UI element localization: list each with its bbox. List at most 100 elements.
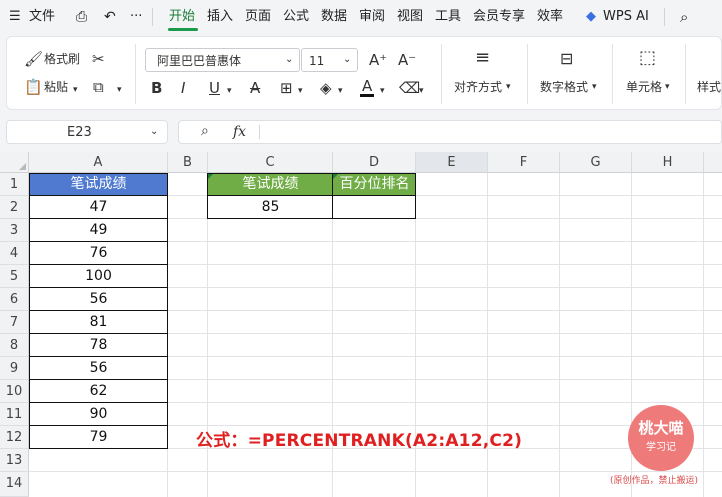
hamburger-icon[interactable]: ☰ xyxy=(9,9,21,25)
cell-a4[interactable]: 76 xyxy=(29,242,168,265)
strikethrough-icon[interactable]: A xyxy=(250,80,260,96)
column-header-e[interactable]: E xyxy=(416,152,488,173)
row-header[interactable]: 10 xyxy=(0,380,29,403)
row-header[interactable]: 12 xyxy=(0,426,29,449)
tab-efficiency[interactable]: 效率 xyxy=(537,9,563,25)
tab-data[interactable]: 数据 xyxy=(321,9,347,25)
tab-page[interactable]: 页面 xyxy=(245,9,271,25)
align-icon[interactable]: ≡ xyxy=(475,49,490,67)
chevron-down-icon[interactable]: ▾ xyxy=(338,83,343,99)
chevron-down-icon[interactable]: ▾ xyxy=(665,80,670,94)
fill-color-icon[interactable]: ◈ xyxy=(320,80,332,96)
row-header[interactable]: 5 xyxy=(0,265,29,288)
tab-member[interactable]: 会员专享 xyxy=(473,9,525,25)
column-header-a[interactable]: A xyxy=(29,152,168,173)
chevron-down-icon[interactable]: ▾ xyxy=(73,82,78,98)
row-header[interactable]: 9 xyxy=(0,357,29,380)
row-header[interactable]: 13 xyxy=(0,449,29,472)
tab-insert[interactable]: 插入 xyxy=(207,9,233,25)
tab-review[interactable]: 审阅 xyxy=(359,9,385,25)
column-header-h[interactable]: H xyxy=(632,152,704,173)
underline-icon[interactable]: U xyxy=(209,80,220,96)
select-all-corner[interactable] xyxy=(0,152,29,173)
cell-a7[interactable]: 81 xyxy=(29,311,168,334)
cell-d2[interactable] xyxy=(333,196,416,219)
chevron-down-icon[interactable]: ▾ xyxy=(592,80,597,94)
row-header[interactable]: 1 xyxy=(0,173,29,196)
chevron-down-icon[interactable]: ▾ xyxy=(419,83,424,99)
paste-button[interactable]: 粘贴 xyxy=(44,80,68,94)
column-header-c[interactable]: C xyxy=(208,152,333,173)
row-header[interactable]: 8 xyxy=(0,334,29,357)
cell-c1[interactable]: 笔试成绩 xyxy=(208,173,333,196)
cells-button[interactable]: 单元格 xyxy=(626,80,662,94)
cell-a3[interactable]: 49 xyxy=(29,219,168,242)
formula-input[interactable]: ⌕ fx xyxy=(178,120,722,144)
cell-a12[interactable]: 79 xyxy=(29,426,168,449)
styles-button[interactable]: 样式 xyxy=(697,80,721,94)
cell-a5[interactable]: 100 xyxy=(29,265,168,288)
column-header-d[interactable]: D xyxy=(333,152,416,173)
cell-icon[interactable]: ⬚ xyxy=(639,49,656,67)
decrease-font-icon[interactable]: A⁻ xyxy=(398,52,416,68)
align-button[interactable]: 对齐方式 xyxy=(454,80,502,94)
search-icon[interactable]: ⌕ xyxy=(680,9,688,25)
chevron-down-icon[interactable]: ▾ xyxy=(298,83,303,99)
ribbon xyxy=(0,34,722,112)
tab-home[interactable]: 开始 xyxy=(169,9,195,25)
cell-c2[interactable]: 85 xyxy=(208,196,333,219)
border-icon[interactable]: ⊞ xyxy=(280,80,293,96)
italic-icon[interactable]: I xyxy=(181,80,185,96)
format-painter-button[interactable]: 格式刷 xyxy=(44,52,80,66)
row-header[interactable]: 7 xyxy=(0,311,29,334)
save-icon[interactable]: ⎙ xyxy=(76,9,87,25)
row-header[interactable]: 2 xyxy=(0,196,29,219)
cell-a6[interactable]: 56 xyxy=(29,288,168,311)
column-header-f[interactable]: F xyxy=(488,152,560,173)
cell-a9[interactable]: 56 xyxy=(29,357,168,380)
active-tab-indicator xyxy=(168,28,198,31)
cut-icon[interactable]: ✂ xyxy=(92,51,105,67)
cell-d1[interactable]: 百分位排名 xyxy=(333,173,416,196)
row-header[interactable]: 3 xyxy=(0,219,29,242)
wps-ai-button[interactable]: WPS AI xyxy=(603,9,649,25)
column-header-partial[interactable] xyxy=(704,152,722,173)
cell-a1[interactable]: 笔试成绩 xyxy=(29,173,168,196)
chevron-down-icon[interactable]: ▾ xyxy=(380,83,385,99)
font-size-select[interactable]: 11 ⌄ xyxy=(301,48,358,72)
number-format-icon[interactable]: ⊟ xyxy=(560,51,573,67)
column-header-b[interactable]: B xyxy=(168,152,208,173)
cell-a2[interactable]: 47 xyxy=(29,196,168,219)
row-header[interactable]: 4 xyxy=(0,242,29,265)
row-header[interactable]: 6 xyxy=(0,288,29,311)
row-header[interactable]: 14 xyxy=(0,472,29,497)
zoom-icon[interactable]: ⌕ xyxy=(201,124,209,138)
font-name-select[interactable]: 阿里巴巴普惠体 ⌄ xyxy=(145,48,300,72)
file-menu[interactable]: 文件 xyxy=(29,9,55,25)
bold-icon[interactable]: B xyxy=(151,80,162,96)
chevron-down-icon[interactable]: ▾ xyxy=(227,83,232,99)
formula-annotation: 公式：=PERCENTRANK(A2:A12,C2) xyxy=(196,431,523,451)
ribbon-divider xyxy=(612,44,613,104)
cell-a8[interactable]: 78 xyxy=(29,334,168,357)
name-box[interactable]: E23 ⌄ xyxy=(6,120,168,144)
tab-formula[interactable]: 公式 xyxy=(283,9,309,25)
tab-tools[interactable]: 工具 xyxy=(435,9,461,25)
ribbon-divider xyxy=(685,44,686,104)
copy-icon[interactable]: ⧉ xyxy=(93,79,104,95)
number-format-button[interactable]: 数字格式 xyxy=(540,80,588,94)
increase-font-icon[interactable]: A⁺ xyxy=(369,52,387,68)
cell-a11[interactable]: 90 xyxy=(29,403,168,426)
eraser-icon[interactable]: ⌫ xyxy=(399,80,420,96)
ribbon-divider xyxy=(135,44,136,104)
column-header-g[interactable]: G xyxy=(560,152,632,173)
chevron-down-icon[interactable]: ▾ xyxy=(117,82,122,98)
chevron-down-icon[interactable]: ▾ xyxy=(506,80,511,94)
font-color-icon[interactable]: A xyxy=(362,78,372,94)
cell-a10[interactable]: 62 xyxy=(29,380,168,403)
row-header[interactable]: 11 xyxy=(0,403,29,426)
more-menu[interactable]: ··· xyxy=(130,9,142,25)
undo-icon[interactable]: ↶ xyxy=(104,9,116,25)
fx-label[interactable]: fx xyxy=(233,125,246,139)
tab-view[interactable]: 视图 xyxy=(397,9,423,25)
